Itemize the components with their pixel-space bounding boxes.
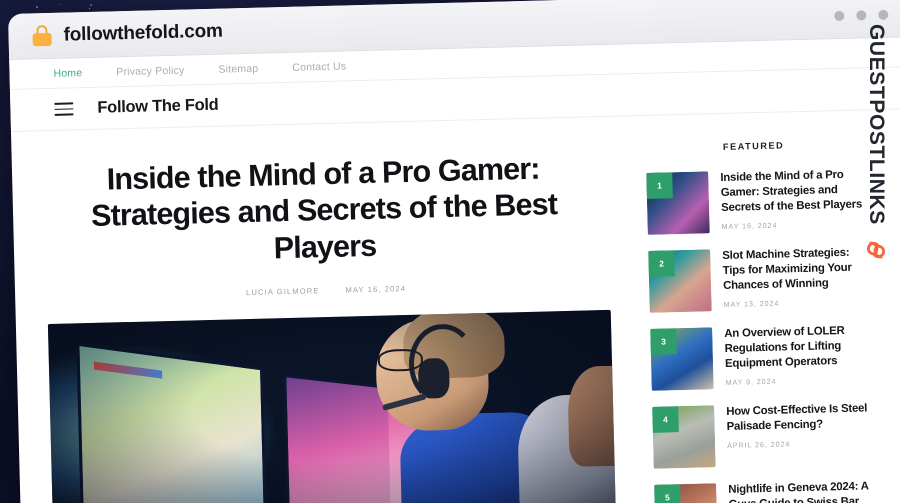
page-content: Inside the Mind of a Pro Gamer: Strategi… bbox=[11, 109, 900, 503]
featured-thumbnail[interactable]: 5 bbox=[654, 483, 718, 503]
browser-window: followthefold.com Home Privacy Policy Si… bbox=[8, 0, 900, 503]
main-column: Inside the Mind of a Pro Gamer: Strategi… bbox=[11, 124, 642, 503]
article-author[interactable]: LUCIA GILMORE bbox=[246, 286, 320, 297]
nav-link-sitemap[interactable]: Sitemap bbox=[218, 62, 258, 75]
featured-date: APRIL 26, 2024 bbox=[727, 439, 791, 451]
featured-title[interactable]: Inside the Mind of a Pro Gamer: Strategi… bbox=[720, 167, 863, 216]
hamburger-icon[interactable] bbox=[54, 102, 74, 117]
featured-rank-badge: 3 bbox=[650, 328, 677, 355]
featured-title[interactable]: Slot Machine Strategies: Tips for Maximi… bbox=[722, 245, 865, 294]
site-title[interactable]: Follow The Fold bbox=[97, 96, 219, 118]
featured-heading: FEATURED bbox=[722, 140, 785, 152]
featured-thumbnail[interactable]: 4 bbox=[652, 405, 716, 469]
article-date: MAY 16, 2024 bbox=[345, 283, 407, 295]
featured-item-5[interactable]: 5 Nightlife in Geneva 2024: A Guys Guide… bbox=[654, 479, 871, 503]
featured-date: MAY 9, 2024 bbox=[725, 376, 777, 388]
window-controls bbox=[834, 9, 889, 21]
featured-date: MAY 13, 2024 bbox=[723, 298, 780, 310]
featured-rank-badge: 2 bbox=[648, 250, 675, 277]
chain-link-logo-icon bbox=[861, 235, 891, 270]
window-control-dot-1[interactable] bbox=[834, 10, 845, 21]
featured-item-4[interactable]: 4 How Cost-Effective Is Steel Palisade F… bbox=[652, 401, 869, 469]
featured-title[interactable]: An Overview of LOLER Regulations for Lif… bbox=[724, 323, 867, 372]
window-control-dot-3[interactable] bbox=[878, 9, 889, 20]
lock-icon bbox=[32, 24, 52, 46]
featured-title[interactable]: How Cost-Effective Is Steel Palisade Fen… bbox=[726, 401, 869, 435]
featured-thumbnail[interactable]: 3 bbox=[650, 327, 714, 391]
article-hero-image bbox=[47, 309, 616, 503]
article-byline: LUCIA GILMORE MAY 16, 2024 bbox=[47, 279, 605, 302]
featured-rank-badge: 1 bbox=[646, 172, 673, 199]
nav-link-contact-us[interactable]: Contact Us bbox=[292, 60, 346, 73]
featured-rank-badge: 4 bbox=[652, 406, 679, 433]
url-text[interactable]: followthefold.com bbox=[63, 20, 223, 46]
guestpostlinks-watermark: GUESTPOSTLINKS bbox=[854, 24, 898, 294]
featured-item-2[interactable]: 2 Slot Machine Strategies: Tips for Maxi… bbox=[648, 245, 865, 313]
article-headline: Inside the Mind of a Pro Gamer: Strategi… bbox=[90, 151, 558, 265]
featured-rank-badge: 5 bbox=[654, 484, 681, 503]
featured-date: MAY 16, 2024 bbox=[721, 220, 778, 232]
nav-link-home[interactable]: Home bbox=[53, 67, 82, 80]
featured-thumbnail[interactable]: 1 bbox=[646, 171, 710, 235]
featured-sidebar: FEATURED 1 Inside the Mind of a Pro Game… bbox=[631, 118, 888, 503]
featured-thumbnail[interactable]: 2 bbox=[648, 249, 712, 313]
nav-link-privacy-policy[interactable]: Privacy Policy bbox=[116, 64, 184, 78]
featured-title[interactable]: Nightlife in Geneva 2024: A Guys Guide t… bbox=[728, 479, 871, 503]
watermark-text: GUESTPOSTLINKS bbox=[865, 24, 888, 225]
featured-item-1[interactable]: 1 Inside the Mind of a Pro Gamer: Strate… bbox=[646, 167, 863, 235]
window-control-dot-2[interactable] bbox=[856, 9, 867, 21]
featured-item-3[interactable]: 3 An Overview of LOLER Regulations for L… bbox=[650, 323, 867, 391]
